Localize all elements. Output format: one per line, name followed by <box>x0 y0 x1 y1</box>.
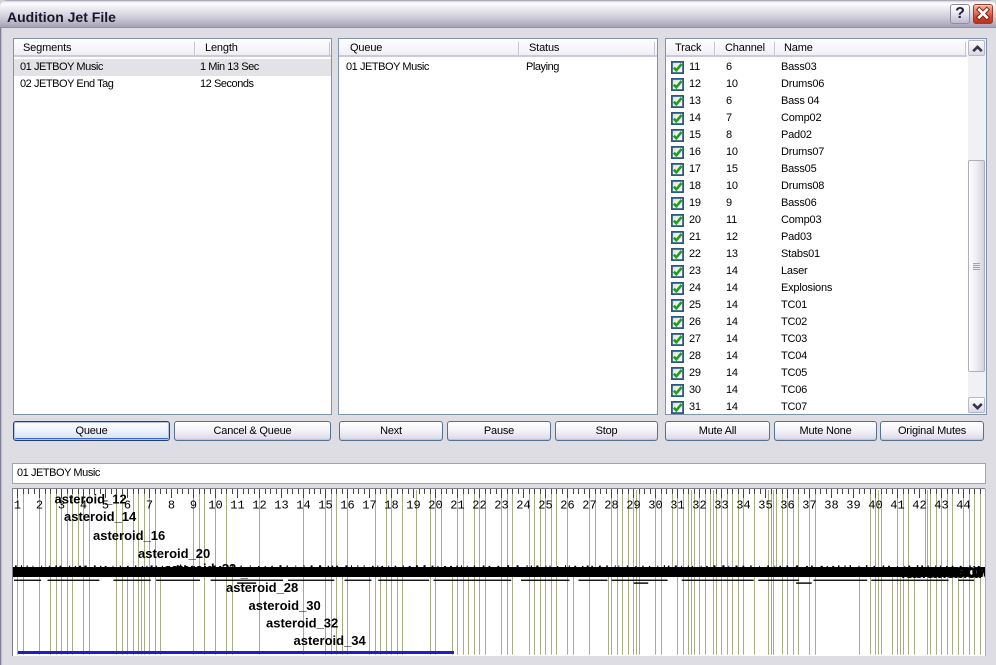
svg-text:44: 44 <box>956 499 970 513</box>
svg-text:asteroid_14: asteroid_14 <box>64 509 137 524</box>
svg-text:43: 43 <box>934 499 948 513</box>
svg-text:asteroid_16: asteroid_16 <box>93 528 165 543</box>
svg-text:16: 16 <box>340 499 354 513</box>
svg-text:41: 41 <box>890 499 904 513</box>
svg-text:9: 9 <box>190 499 197 513</box>
svg-text:38: 38 <box>824 499 838 513</box>
svg-text:asteroid_28: asteroid_28 <box>226 580 298 595</box>
svg-text:29: 29 <box>626 499 640 513</box>
svg-text:33: 33 <box>714 499 728 513</box>
svg-text:11: 11 <box>230 499 244 513</box>
svg-text:asteroid_32: asteroid_32 <box>266 615 338 630</box>
svg-text:32: 32 <box>692 499 706 513</box>
svg-text:39: 39 <box>846 499 860 513</box>
svg-text:34: 34 <box>736 499 750 513</box>
svg-text:30: 30 <box>648 499 662 513</box>
svg-text:25: 25 <box>538 499 552 513</box>
svg-text:10: 10 <box>208 499 222 513</box>
svg-text:TC05TC06TC06TC07TC07: TC05TC06TC06TC07TC07 <box>901 564 987 580</box>
svg-text:13: 13 <box>274 499 288 513</box>
svg-text:12: 12 <box>252 499 266 513</box>
svg-text:35: 35 <box>758 499 772 513</box>
svg-text:22: 22 <box>472 499 486 513</box>
svg-text:asteroid_20: asteroid_20 <box>138 546 210 561</box>
svg-text:17: 17 <box>362 499 376 513</box>
svg-text:2: 2 <box>36 499 43 513</box>
svg-text:7: 7 <box>146 499 153 513</box>
svg-text:42: 42 <box>912 499 926 513</box>
svg-text:asteroid_12: asteroid_12 <box>55 492 127 507</box>
svg-text:14: 14 <box>296 499 310 513</box>
svg-text:18: 18 <box>384 499 398 513</box>
svg-text:40: 40 <box>868 499 882 513</box>
svg-text:31: 31 <box>670 499 684 513</box>
svg-text:asteroid_34: asteroid_34 <box>294 633 367 648</box>
svg-text:28: 28 <box>604 499 618 513</box>
svg-text:21: 21 <box>450 499 464 513</box>
svg-text:20: 20 <box>428 499 442 513</box>
svg-text:37: 37 <box>802 499 816 513</box>
svg-text:1: 1 <box>14 499 21 513</box>
svg-text:15: 15 <box>318 499 332 513</box>
svg-text:19: 19 <box>406 499 420 513</box>
svg-text:27: 27 <box>582 499 596 513</box>
svg-text:24: 24 <box>516 499 530 513</box>
svg-text:asteroid_30: asteroid_30 <box>249 598 321 613</box>
svg-text:26: 26 <box>560 499 574 513</box>
svg-text:8: 8 <box>168 499 175 513</box>
svg-text:23: 23 <box>494 499 508 513</box>
svg-text:36: 36 <box>780 499 794 513</box>
